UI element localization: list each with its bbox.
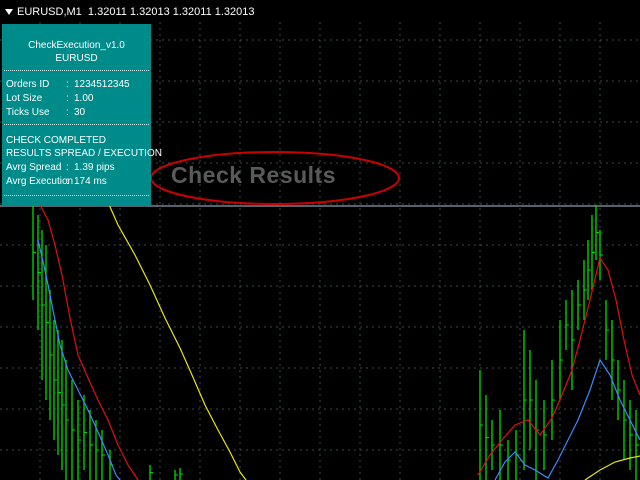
panel-title: CheckExecution_v1.0	[28, 40, 125, 51]
panel-symbol: EURUSD	[55, 53, 98, 64]
status-line-2: RESULTS SPREAD / EXECUTION	[6, 148, 162, 159]
chart-title-bar: EURUSD,M1 1.32011 1.32013 1.32011 1.3201…	[2, 5, 255, 19]
avg-spread-label: Avrg Spread	[6, 162, 62, 173]
colon: :	[66, 79, 69, 90]
orders-id-value: 1234512345	[74, 79, 130, 90]
colon: :	[66, 93, 69, 104]
orders-id-row: Orders ID:1234512345	[6, 79, 151, 91]
lot-size-value: 1.00	[74, 93, 94, 104]
red-indicator-line	[39, 204, 139, 480]
colon: :	[66, 162, 69, 173]
avg-execution-value: 174 ms	[74, 176, 107, 187]
check-execution-panel: CheckExecution_v1.0 EURUSD Orders ID:123…	[2, 24, 162, 206]
ticks-value: 30	[74, 107, 86, 118]
symbol-timeframe: EURUSD,M1	[17, 6, 82, 18]
divider	[4, 124, 149, 125]
divider	[4, 195, 149, 196]
ohlc-quotes: 1.32011 1.32013 1.32011 1.32013	[87, 6, 255, 18]
ticks-row: Ticks Use:30	[6, 107, 151, 119]
check-results-label: Check Results	[171, 162, 337, 188]
colon: :	[66, 107, 69, 118]
orders-id-label: Orders ID	[6, 79, 50, 90]
yellow-indicator-line-right	[584, 455, 640, 480]
divider	[4, 70, 149, 71]
avg-spread-row: Avrg Spread:1.39 pips	[6, 162, 151, 174]
colon: :	[66, 176, 69, 187]
ticks-label: Ticks Use	[6, 107, 50, 118]
avg-execution-row: Avrg Execution: 174 ms	[6, 176, 151, 188]
chevron-down-icon[interactable]	[5, 8, 13, 15]
avg-execution-label: Avrg Execution	[6, 176, 74, 187]
lot-size-label: Lot Size	[6, 93, 43, 104]
yellow-indicator-line	[106, 199, 247, 480]
red-indicator-line-right	[477, 256, 640, 476]
avg-spread-value: 1.39 pips	[74, 162, 115, 173]
lot-size-row: Lot Size:1.00	[6, 93, 151, 105]
status-line-1: CHECK COMPLETED	[6, 135, 107, 146]
price-bars	[32, 205, 639, 480]
